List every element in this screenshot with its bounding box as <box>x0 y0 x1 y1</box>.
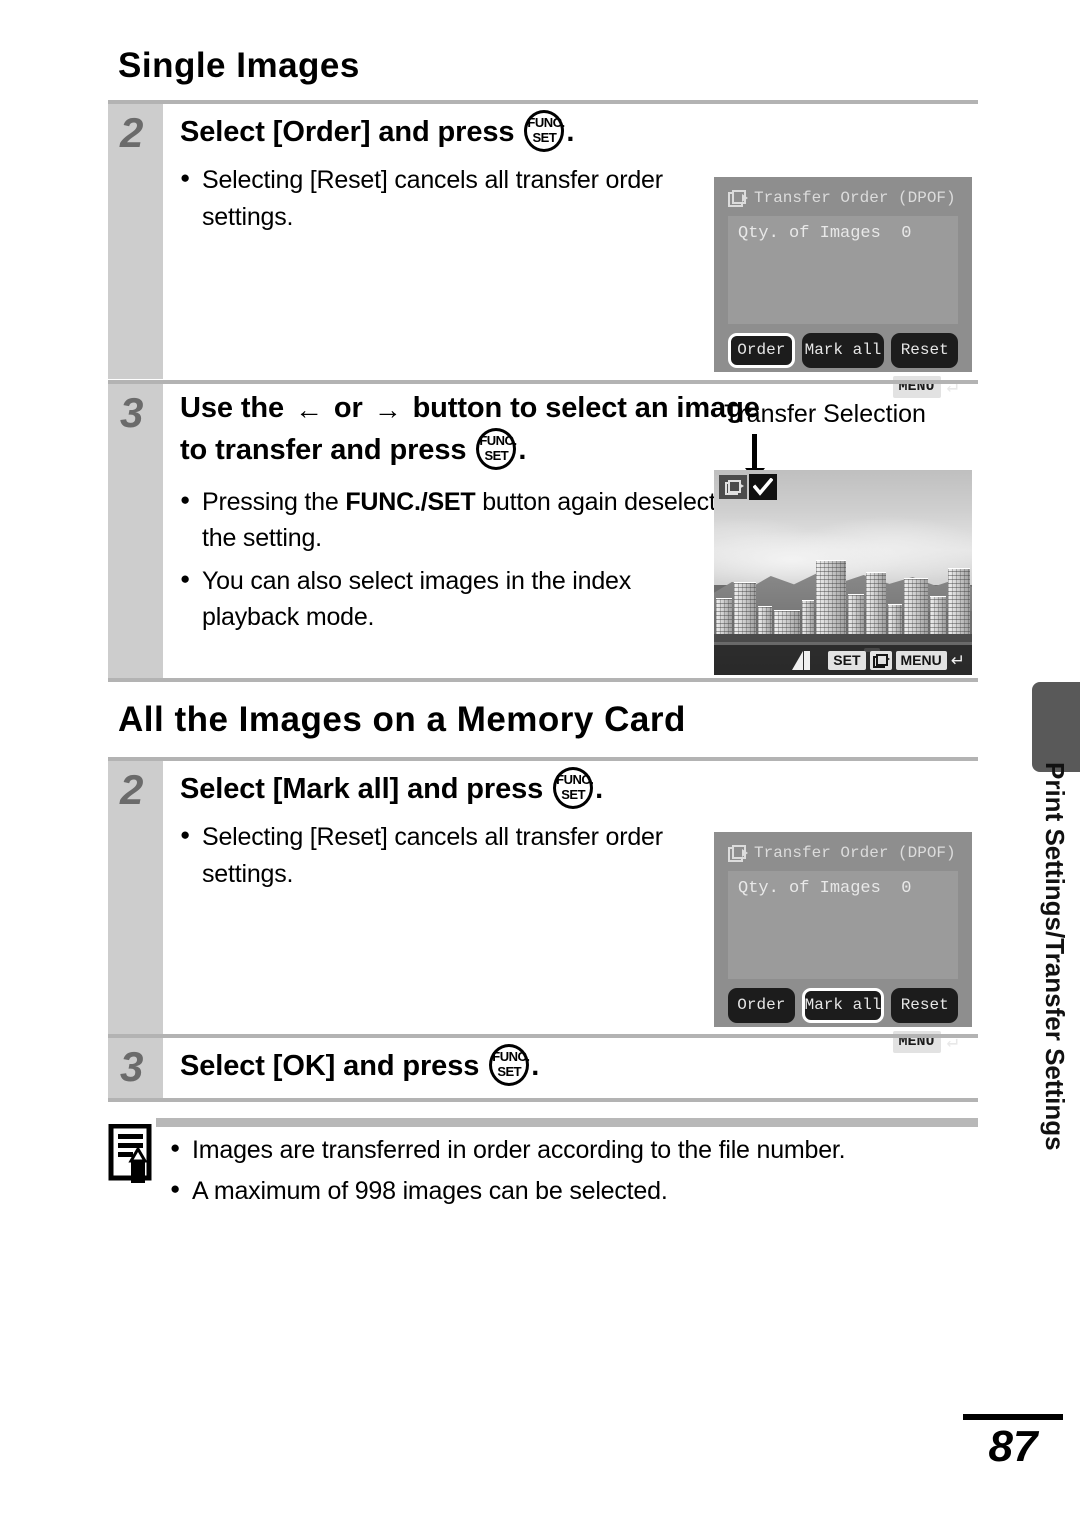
step-body: Use the ← or → button to select an image… <box>180 390 780 636</box>
lcd-title-text: Transfer Order (DPOF) <box>754 189 956 207</box>
manual-page: Single Images 2 Select [Order] and press… <box>0 0 1080 1521</box>
transfer-selection-figure: Transfer Selection SET MENU ↵ <box>714 400 976 678</box>
step-number: 3 <box>120 1043 144 1090</box>
sample-photo-cityscape: SET MENU ↵ <box>714 470 972 675</box>
lcd-info-panel: Qty. of Images 0 <box>728 871 958 979</box>
note-bullet-item: Images are transferred in order accordin… <box>170 1132 978 1169</box>
page-number: 87 <box>988 1422 1038 1471</box>
step-title-period: . <box>566 116 575 148</box>
qty-of-images-row: Qty. of Images 0 <box>738 224 912 243</box>
menu-chip[interactable]: MENU <box>895 650 947 670</box>
note-text-block: Images are transferred in order accordin… <box>170 1132 978 1209</box>
photo-transfer-marker-group <box>719 474 777 500</box>
lcd-title-row: Transfer Order (DPOF) <box>728 844 958 862</box>
bullet-item: Selecting [Reset] cancels all transfer o… <box>180 162 747 235</box>
lcd-screen-transfer-order-1: Transfer Order (DPOF) Qty. of Images 0 O… <box>714 177 972 398</box>
transfer-order-icon <box>719 475 747 499</box>
bullet-item: Pressing the FUNC./SET button again dese… <box>180 484 762 557</box>
callout-label-transfer-selection: Transfer Selection <box>724 400 926 428</box>
step-title-text: Select [Order] and press <box>180 116 515 148</box>
func-set-icon-bottom-label: SET <box>484 447 509 463</box>
func-set-icon: FUNC. SET <box>476 427 517 470</box>
photo-skyline <box>714 542 972 641</box>
step-title-period: . <box>518 433 527 466</box>
image-quality-icon <box>792 650 810 670</box>
step-title: Select [OK] and press FUNC. SET . <box>180 1044 978 1086</box>
lcd-button-order[interactable]: Order <box>728 333 795 368</box>
func-set-icon-bottom-label: SET <box>561 787 586 802</box>
step-title: Select [Mark all] and press FUNC. SET . <box>180 767 978 809</box>
step-title-text: Select [Mark all] and press <box>180 773 544 805</box>
step-title: Select [Order] and press FUNC. SET . <box>180 110 978 152</box>
photo-bottom-status-bar: SET MENU ↵ <box>714 645 972 675</box>
checkmark-icon <box>749 474 777 500</box>
step-number: 3 <box>120 389 144 436</box>
lcd-info-panel: Qty. of Images 0 <box>728 216 958 324</box>
set-chip[interactable]: SET <box>828 650 866 670</box>
lcd-button-mark-all[interactable]: Mark all <box>801 988 885 1023</box>
step-title-text-b: or <box>333 392 363 424</box>
side-tab-label: Print Settings/Transfer Settings <box>1040 762 1070 1151</box>
lcd-button-reset[interactable]: Reset <box>891 988 958 1023</box>
bullet-item: Selecting [Reset] cancels all transfer o… <box>180 819 747 892</box>
step-body: Select [OK] and press FUNC. SET . <box>180 1044 978 1086</box>
lcd-button-row: Order Mark all Reset <box>728 988 958 1023</box>
step-title-period: . <box>595 773 604 805</box>
lcd-title-row: Transfer Order (DPOF) <box>728 189 958 207</box>
section-heading-all-images: All the Images on a Memory Card <box>118 700 686 739</box>
lcd-button-mark-all[interactable]: Mark all <box>801 333 885 368</box>
section-divider-rule <box>108 678 978 682</box>
transfer-order-icon <box>728 190 748 207</box>
step-title-text-a: Use the <box>180 392 285 424</box>
func-set-icon: FUNC. SET <box>489 1044 530 1086</box>
section-divider-rule <box>108 1098 978 1102</box>
photo-bottom-right-group: SET MENU ↵ <box>828 650 965 670</box>
step-title: Use the ← or → button to select an image… <box>180 390 780 470</box>
footer-rule <box>963 1414 1063 1420</box>
step-bullets: Pressing the FUNC./SET button again dese… <box>180 484 780 636</box>
func-set-icon: FUNC. SET <box>553 767 594 809</box>
transfer-order-icon <box>869 650 892 670</box>
return-arrow-icon: ↵ <box>950 650 965 670</box>
lcd-title-text: Transfer Order (DPOF) <box>754 844 956 862</box>
side-tab-marker <box>1032 682 1080 772</box>
note-bullet-item: A maximum of 998 images can be selected. <box>170 1173 978 1210</box>
step-number: 2 <box>120 109 144 156</box>
bullet-item: You can also select images in the index … <box>180 563 722 636</box>
note-pencil-icon <box>108 1123 156 1186</box>
func-set-icon-bottom-label: SET <box>532 130 557 145</box>
note-top-bar <box>156 1118 978 1127</box>
lcd-button-order[interactable]: Order <box>728 988 795 1023</box>
func-set-icon-bottom-label: SET <box>497 1064 522 1079</box>
arrow-left-icon: ← <box>295 394 323 425</box>
step-number: 2 <box>120 766 144 813</box>
step-title-period: . <box>531 1050 540 1082</box>
transfer-order-icon <box>728 845 748 862</box>
step-block-all-3: 3 Select [OK] and press FUNC. SET . <box>108 1034 978 1102</box>
qty-of-images-row: Qty. of Images 0 <box>738 879 912 898</box>
lcd-button-row: Order Mark all Reset <box>728 333 958 368</box>
section-heading-single-images: Single Images <box>118 46 360 85</box>
arrow-right-icon: → <box>373 394 402 425</box>
lcd-screen-transfer-order-2: Transfer Order (DPOF) Qty. of Images 0 O… <box>714 832 972 1053</box>
func-set-icon: FUNC. SET <box>524 110 565 152</box>
lcd-button-reset[interactable]: Reset <box>891 333 958 368</box>
step-title-text: Select [OK] and press <box>180 1050 480 1082</box>
